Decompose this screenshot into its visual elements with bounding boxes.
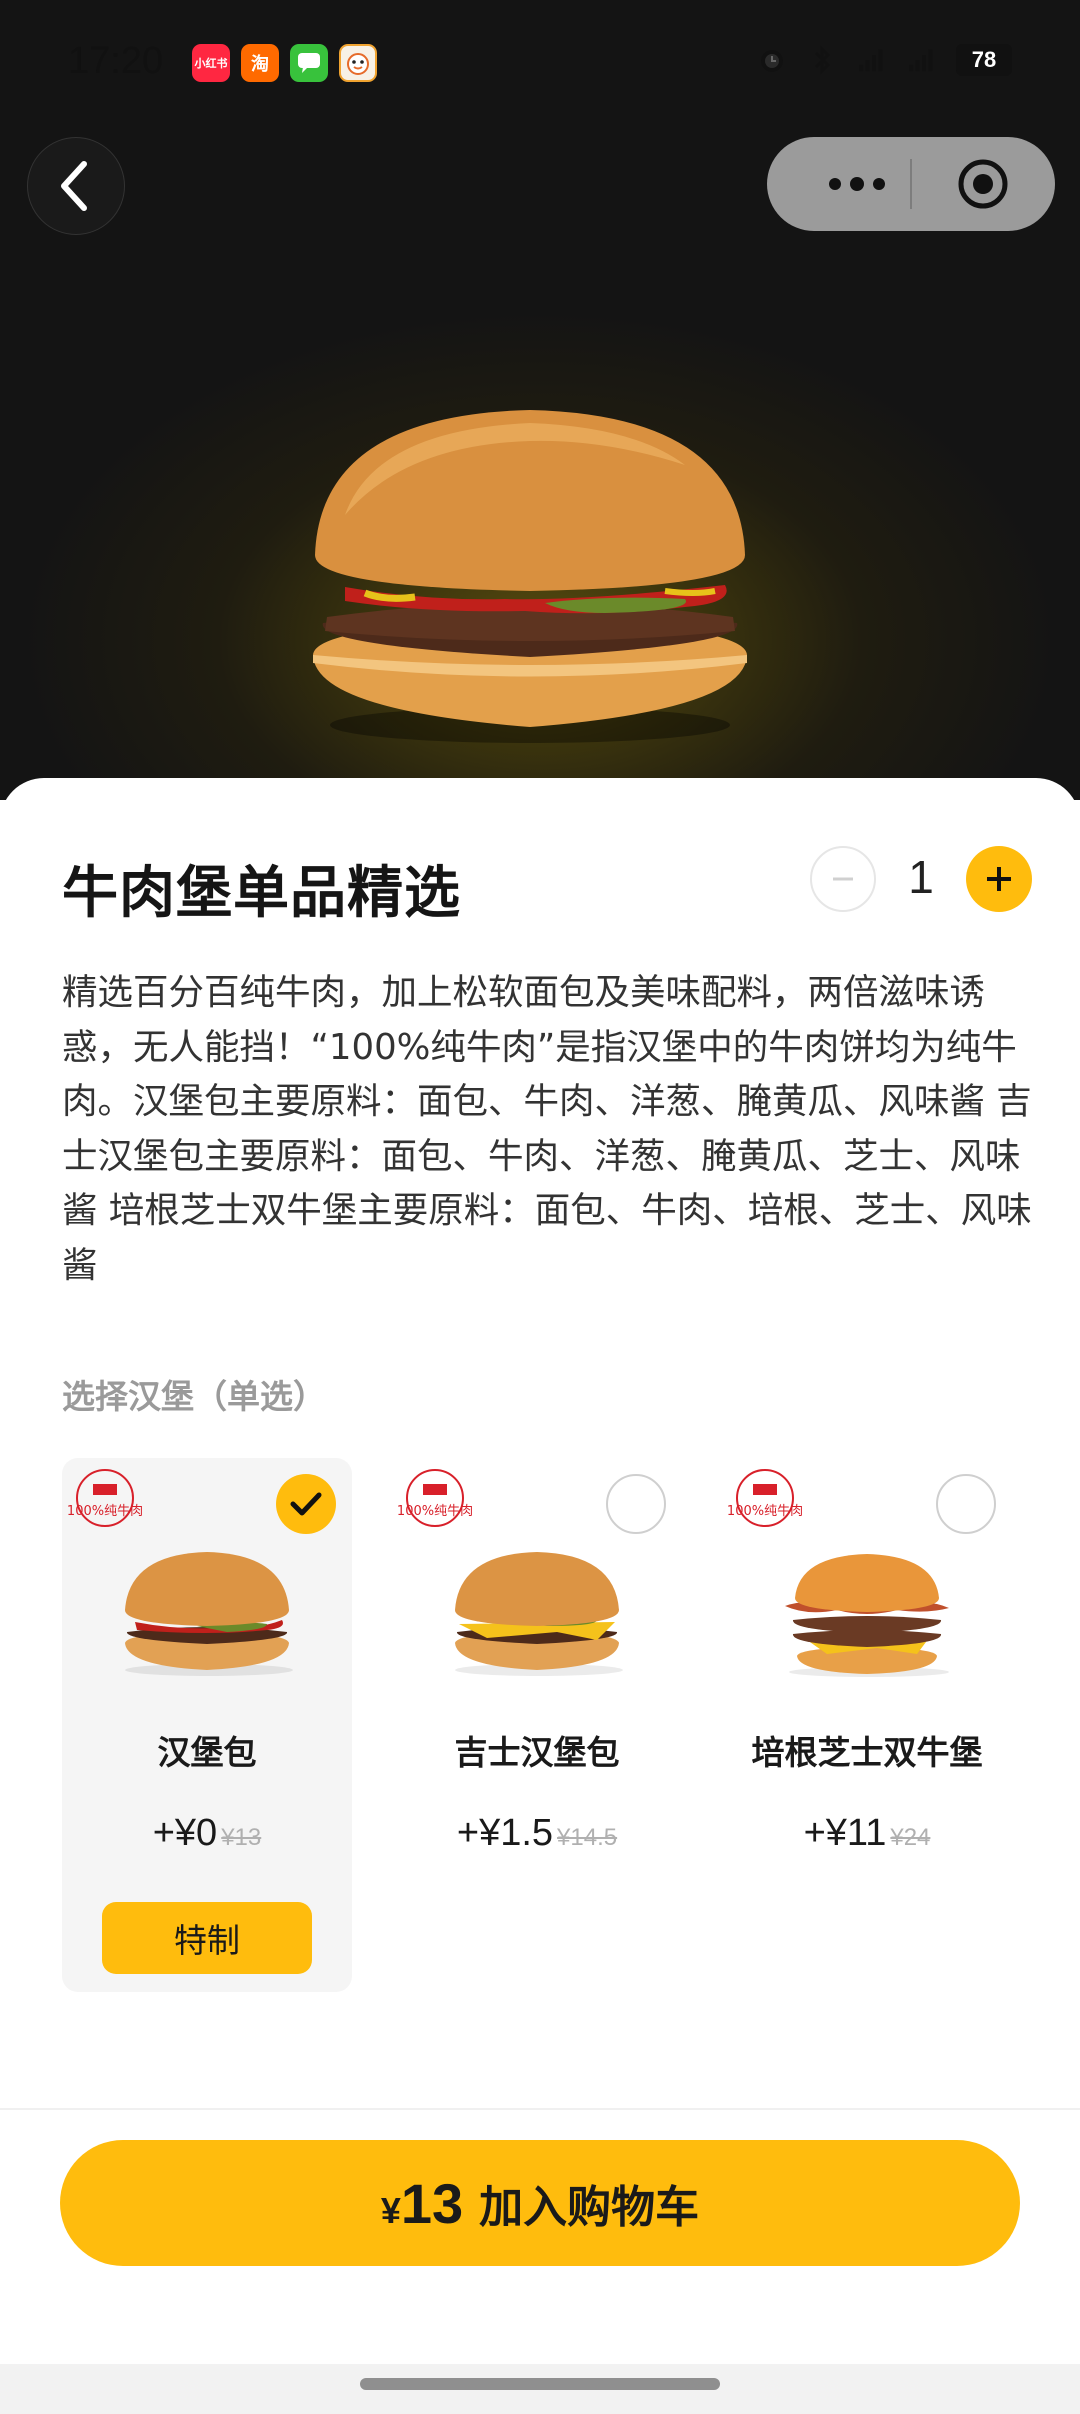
option-radio[interactable]: [276, 1474, 336, 1534]
option-price-current: +¥0: [153, 1812, 217, 1854]
xiaohongshu-app-icon: 小红书: [192, 44, 230, 82]
option-radio[interactable]: [936, 1474, 996, 1534]
customize-button[interactable]: 特制: [102, 1902, 312, 1974]
system-nav-bar: [0, 2364, 1080, 2414]
mascot-app-icon: [339, 44, 377, 82]
cart-total-price: ¥13: [381, 2171, 463, 2236]
cheeseburger-thumbnail: [447, 1548, 627, 1678]
option-name: 吉士汉堡包: [392, 1726, 682, 1774]
status-indicators: 78: [756, 44, 1012, 76]
bluetooth-icon: [806, 44, 838, 76]
cart-amount: 13: [401, 2171, 463, 2236]
add-to-cart-button[interactable]: ¥13 加入购物车: [60, 2140, 1020, 2266]
hero-banner: 17:20 小红书 淘 78: [0, 0, 1080, 800]
product-detail-sheet: 牛肉堡单品精选 1 精选百分百纯牛肉，加上松软面包及美味配料，两倍滋味诱惑，无人…: [0, 778, 1080, 2414]
more-dots-icon: [827, 176, 887, 192]
check-icon: [290, 1491, 322, 1517]
pure-beef-badge-icon: 100%纯牛肉: [727, 1468, 803, 1532]
status-bar: 17:20 小红书 淘 78: [0, 0, 1080, 130]
quantity-value: 1: [896, 850, 946, 904]
product-description: 精选百分百纯牛肉，加上松软面包及美味配料，两倍滋味诱惑，无人能挡！“100%纯牛…: [62, 966, 1032, 1293]
option-card-hamburger[interactable]: 100%纯牛肉 汉堡包 +¥0¥13 特制: [62, 1458, 352, 1992]
hamburger-image: [305, 405, 755, 750]
option-price: +¥1.5¥14.5: [392, 1812, 682, 1855]
option-card-cheeseburger[interactable]: 100%纯牛肉 吉士汉堡包 +¥1.5¥14.5: [392, 1458, 682, 1770]
decrease-quantity-button[interactable]: [810, 846, 876, 912]
badge-text: 100%纯牛肉: [67, 1504, 143, 1519]
badge-text: 100%纯牛肉: [397, 1504, 473, 1519]
selection-label: 选择汉堡（单选）: [62, 1370, 326, 1418]
option-price-current: +¥11: [804, 1812, 887, 1854]
option-radio[interactable]: [606, 1474, 666, 1534]
bottom-divider: [0, 2108, 1080, 2110]
badge-text: 100%纯牛肉: [727, 1504, 803, 1519]
hamburger-thumbnail: [117, 1548, 297, 1678]
messages-app-icon: [290, 44, 328, 82]
chevron-left-icon: [56, 158, 96, 214]
capsule-divider: [910, 159, 912, 209]
more-button[interactable]: [807, 137, 907, 231]
option-price-current: +¥1.5: [457, 1812, 553, 1854]
taobao-app-icon: 淘: [241, 44, 279, 82]
pure-beef-badge-icon: 100%纯牛肉: [67, 1468, 143, 1532]
option-price-original: ¥14.5: [557, 1824, 617, 1851]
option-price: +¥11¥24: [722, 1812, 1012, 1855]
close-mini-program-button[interactable]: [957, 158, 1009, 210]
cart-currency: ¥: [381, 2190, 401, 2232]
increase-quantity-button[interactable]: [966, 846, 1032, 912]
signal-5g-icon: [906, 44, 938, 76]
option-price-original: ¥24: [890, 1824, 930, 1851]
alarm-icon: [756, 44, 788, 76]
pure-beef-badge-icon: 100%纯牛肉: [397, 1468, 473, 1532]
add-to-cart-label: 加入购物车: [479, 2171, 699, 2235]
bacon-double-cheeseburger-thumbnail: [777, 1548, 957, 1678]
mini-program-capsule: [767, 137, 1055, 231]
product-title: 牛肉堡单品精选: [62, 848, 461, 929]
option-card-bacon-double-cheeseburger[interactable]: 100%纯牛肉 培根芝士双牛堡 +¥11¥24: [722, 1458, 1012, 1770]
battery-indicator: 78: [956, 44, 1012, 76]
option-name: 汉堡包: [62, 1726, 352, 1774]
plus-icon: [984, 864, 1014, 894]
status-time: 17:20: [68, 40, 163, 83]
signal-5g-icon: [856, 44, 888, 76]
back-button[interactable]: [27, 137, 125, 235]
option-name: 培根芝士双牛堡: [722, 1726, 1012, 1774]
home-indicator[interactable]: [360, 2378, 720, 2390]
minus-icon: [830, 866, 856, 892]
option-price: +¥0¥13: [62, 1812, 352, 1855]
option-price-original: ¥13: [221, 1824, 261, 1851]
